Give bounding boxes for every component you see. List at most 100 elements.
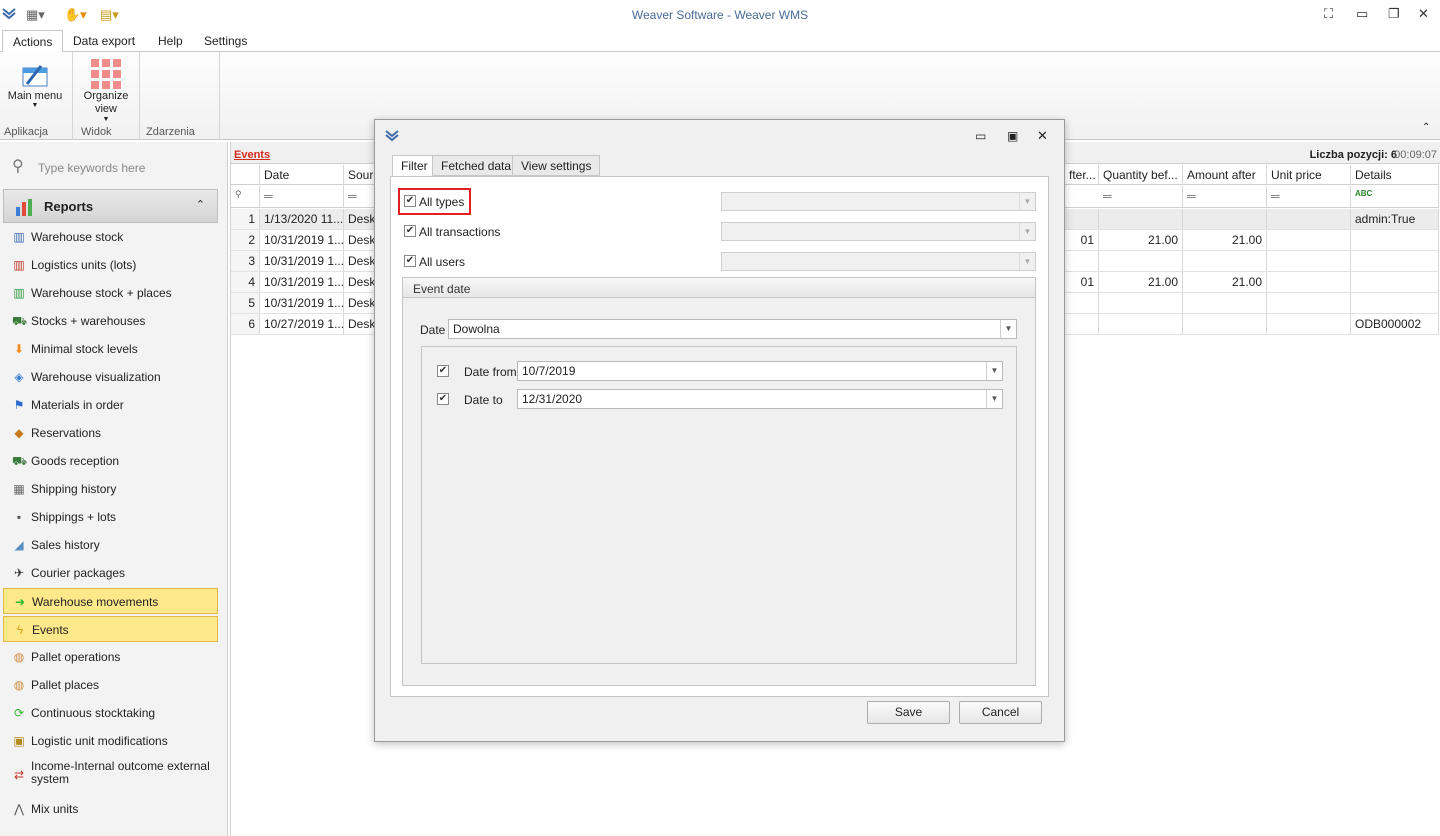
tab-settings[interactable]: Settings xyxy=(194,30,257,52)
all-transactions-checkbox[interactable]: ✔ xyxy=(404,225,416,237)
tab-help[interactable]: Help xyxy=(148,30,193,52)
column-header-date[interactable]: Date xyxy=(260,165,344,184)
tab-actions[interactable]: Actions xyxy=(2,30,64,53)
cell-source[interactable]: Deskt xyxy=(344,251,376,271)
tab-filter[interactable]: Filter xyxy=(392,155,437,177)
tab-fetched-data[interactable]: Fetched data xyxy=(432,155,521,176)
reports-section-header[interactable]: Reports ⌃ xyxy=(3,189,218,223)
organize-view-button[interactable]: Organize view ▼ xyxy=(79,56,133,123)
row-number[interactable]: 3 xyxy=(231,251,260,271)
fullscreen-icon[interactable]: ⛶ xyxy=(1324,6,1333,22)
sidebar-item-warehouse-stock-places[interactable]: ▥ Warehouse stock + places xyxy=(3,280,218,306)
all-types-checkbox[interactable]: ✔ xyxy=(404,195,416,207)
cell-amount-after[interactable] xyxy=(1183,209,1267,229)
tab-view-settings[interactable]: View settings xyxy=(512,155,601,176)
calendar-dropdown-icon[interactable]: ▼ xyxy=(986,362,1002,380)
column-header-source[interactable]: Sourc xyxy=(344,165,376,184)
sidebar-item-reservations[interactable]: ◆ Reservations xyxy=(3,420,218,446)
sidebar-item-logistic-unit-modifications[interactable]: ▣ Logistic unit modifications xyxy=(3,728,218,754)
cell-source[interactable]: Deskt xyxy=(344,272,376,292)
cell-date[interactable]: 10/31/2019 1... xyxy=(260,230,344,250)
cell-source[interactable]: Deskt xyxy=(344,293,376,313)
minimize-icon[interactable]: ▭ xyxy=(1356,6,1368,22)
cell-unit-price[interactable] xyxy=(1267,293,1351,313)
cell-unit-price[interactable] xyxy=(1267,230,1351,250)
date-from-checkbox[interactable]: ✔ xyxy=(437,365,449,377)
row-number[interactable]: 1 xyxy=(231,209,260,229)
cell-quantity-before[interactable]: 21.00 xyxy=(1099,272,1183,292)
sidebar-item-minimal-stock-levels[interactable]: ⬇ Minimal stock levels xyxy=(3,336,218,362)
dialog-restore-icon[interactable]: ▣ xyxy=(1007,129,1018,143)
search-box[interactable]: ⚲ Type keywords here xyxy=(6,154,220,180)
cell-after[interactable]: 01 xyxy=(1065,272,1099,292)
sidebar-item-mix-units[interactable]: ⋀ Mix units xyxy=(3,796,218,822)
cell-date[interactable]: 10/31/2019 1... xyxy=(260,251,344,271)
cell-amount-after[interactable] xyxy=(1183,314,1267,334)
row-number[interactable]: 2 xyxy=(231,230,260,250)
cell-amount-after[interactable] xyxy=(1183,293,1267,313)
column-header-details[interactable]: Details xyxy=(1351,165,1439,184)
cell-quantity-before[interactable] xyxy=(1099,314,1183,334)
cell-date[interactable]: 10/31/2019 1... xyxy=(260,293,344,313)
sidebar-item-continuous-stocktaking[interactable]: ⟳ Continuous stocktaking xyxy=(3,700,218,726)
cell-after[interactable] xyxy=(1065,251,1099,271)
cell-details[interactable]: ODB000002 xyxy=(1351,314,1439,334)
sidebar-item-events[interactable]: ϟ Events xyxy=(3,616,218,642)
cell-date[interactable]: 10/31/2019 1... xyxy=(260,272,344,292)
cell-details[interactable]: admin:True xyxy=(1351,209,1439,229)
cell-details[interactable] xyxy=(1351,293,1439,313)
sidebar-item-warehouse-stock[interactable]: ▥ Warehouse stock xyxy=(3,224,218,250)
cell-after[interactable] xyxy=(1065,209,1099,229)
cell-amount-after[interactable]: 21.00 xyxy=(1183,272,1267,292)
sidebar-item-courier-packages[interactable]: ✈ Courier packages xyxy=(3,560,218,586)
sidebar-item-stocks-warehouses[interactable]: ⛟ Stocks + warehouses xyxy=(3,308,218,334)
main-menu-button[interactable]: Main menu ▼ xyxy=(4,56,66,109)
filter-equals-icon[interactable]: ═ xyxy=(1099,186,1183,207)
date-from-input[interactable]: 10/7/2019 ▼ xyxy=(517,361,1003,381)
date-range-select[interactable]: Dowolna ▼ xyxy=(448,319,1017,339)
pin-icon[interactable]: ⚲ xyxy=(231,186,260,207)
close-icon[interactable]: ✕ xyxy=(1418,6,1429,22)
cell-unit-price[interactable] xyxy=(1267,314,1351,334)
cell-after[interactable] xyxy=(1065,314,1099,334)
column-header-unit-price[interactable]: Unit price xyxy=(1267,165,1351,184)
types-select[interactable]: ▼ xyxy=(721,192,1036,211)
sidebar-item-warehouse-visualization[interactable]: ◈ Warehouse visualization xyxy=(3,364,218,390)
cell-unit-price[interactable] xyxy=(1267,209,1351,229)
collapse-ribbon-icon[interactable]: ⌃ xyxy=(1422,122,1430,133)
grid-title[interactable]: Events xyxy=(234,149,270,161)
filter-equals-icon[interactable]: ═ xyxy=(1267,186,1351,207)
cell-after[interactable]: 01 xyxy=(1065,230,1099,250)
sidebar-item-shippings-lots[interactable]: ▪ Shippings + lots xyxy=(3,504,218,530)
row-number[interactable]: 6 xyxy=(231,314,260,334)
date-to-checkbox[interactable]: ✔ xyxy=(437,393,449,405)
sidebar-item-sales-history[interactable]: ◢ Sales history xyxy=(3,532,218,558)
column-header-amount-after[interactable]: Amount after xyxy=(1183,165,1267,184)
cell-details[interactable] xyxy=(1351,230,1439,250)
cell-source[interactable]: Deskt xyxy=(344,230,376,250)
filter-equals-icon[interactable]: ═ xyxy=(1183,186,1267,207)
dialog-close-icon[interactable]: ✕ xyxy=(1037,128,1048,144)
column-header-quantity-before[interactable]: Quantity bef... xyxy=(1099,165,1183,184)
all-users-checkbox[interactable]: ✔ xyxy=(404,255,416,267)
sidebar-item-pallet-operations[interactable]: ◍ Pallet operations xyxy=(3,644,218,670)
column-header-after[interactable]: fter... xyxy=(1065,165,1099,184)
cell-quantity-before[interactable] xyxy=(1099,293,1183,313)
dialog-minimize-icon[interactable]: ▭ xyxy=(975,129,986,143)
users-select[interactable]: ▼ xyxy=(721,252,1036,271)
row-number[interactable]: 5 xyxy=(231,293,260,313)
cell-date[interactable]: 1/13/2020 11... xyxy=(260,209,344,229)
restore-icon[interactable]: ❐ xyxy=(1388,6,1400,22)
cell-source[interactable]: Deskt xyxy=(344,209,376,229)
cancel-button[interactable]: Cancel xyxy=(959,701,1042,724)
cell-date[interactable]: 10/27/2019 1... xyxy=(260,314,344,334)
tab-data-export[interactable]: Data export xyxy=(63,30,145,52)
date-to-input[interactable]: 12/31/2020 ▼ xyxy=(517,389,1003,409)
sidebar-item-income-internal-outcome-external-system[interactable]: ⇄ Income-Internal outcome external system xyxy=(3,756,218,794)
cell-quantity-before[interactable] xyxy=(1099,209,1183,229)
filter-text-icon[interactable]: ABC xyxy=(1351,186,1439,207)
cell-unit-price[interactable] xyxy=(1267,272,1351,292)
cell-details[interactable] xyxy=(1351,272,1439,292)
cell-amount-after[interactable]: 21.00 xyxy=(1183,230,1267,250)
row-number[interactable]: 4 xyxy=(231,272,260,292)
